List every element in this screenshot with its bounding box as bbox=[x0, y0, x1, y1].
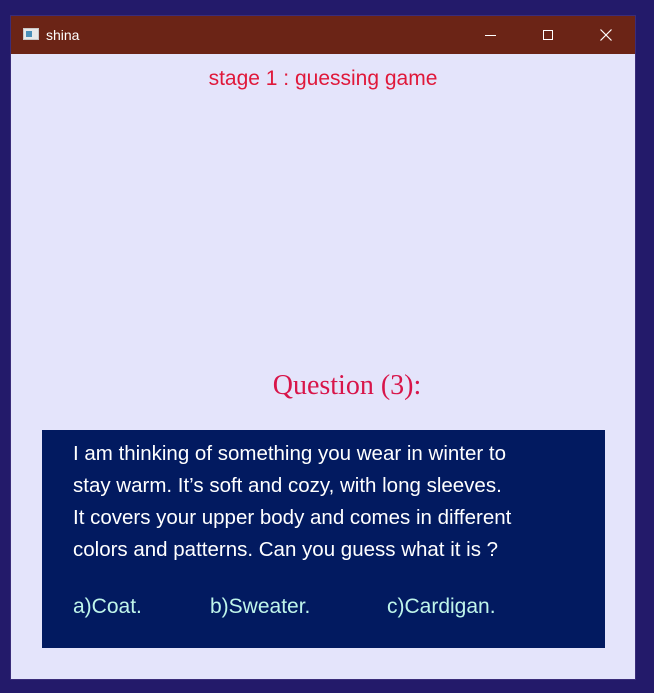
app-window: shina stage 1 : guessing game Question (… bbox=[10, 15, 636, 680]
stage-title: stage 1 : guessing game bbox=[208, 67, 438, 90]
question-line: colors and patterns. Can you guess what … bbox=[73, 538, 499, 561]
maximize-icon bbox=[543, 30, 553, 40]
window-title: shina bbox=[46, 27, 80, 43]
title-bar[interactable]: shina bbox=[11, 16, 635, 54]
option-c[interactable]: c)Cardigan. bbox=[387, 595, 496, 619]
close-button[interactable] bbox=[577, 16, 635, 54]
question-heading: Question (3): bbox=[272, 370, 422, 401]
question-text: I am thinking of something you wear in w… bbox=[73, 438, 593, 566]
app-icon-pane bbox=[26, 31, 32, 37]
option-a[interactable]: a)Coat. bbox=[73, 595, 142, 619]
window-app-icon[interactable] bbox=[23, 28, 39, 40]
option-b[interactable]: b)Sweater. bbox=[210, 595, 310, 619]
close-icon bbox=[600, 29, 612, 41]
game-canvas: stage 1 : guessing game Question (3): I … bbox=[11, 54, 635, 681]
question-line: I am thinking of something you wear in w… bbox=[73, 442, 506, 465]
minimize-icon bbox=[484, 34, 496, 36]
maximize-button[interactable] bbox=[519, 16, 577, 54]
question-line: It covers your upper body and comes in d… bbox=[73, 506, 512, 529]
question-line: stay warm. It’s soft and cozy, with long… bbox=[73, 474, 502, 497]
question-panel: I am thinking of something you wear in w… bbox=[42, 430, 605, 648]
minimize-button[interactable] bbox=[461, 16, 519, 54]
